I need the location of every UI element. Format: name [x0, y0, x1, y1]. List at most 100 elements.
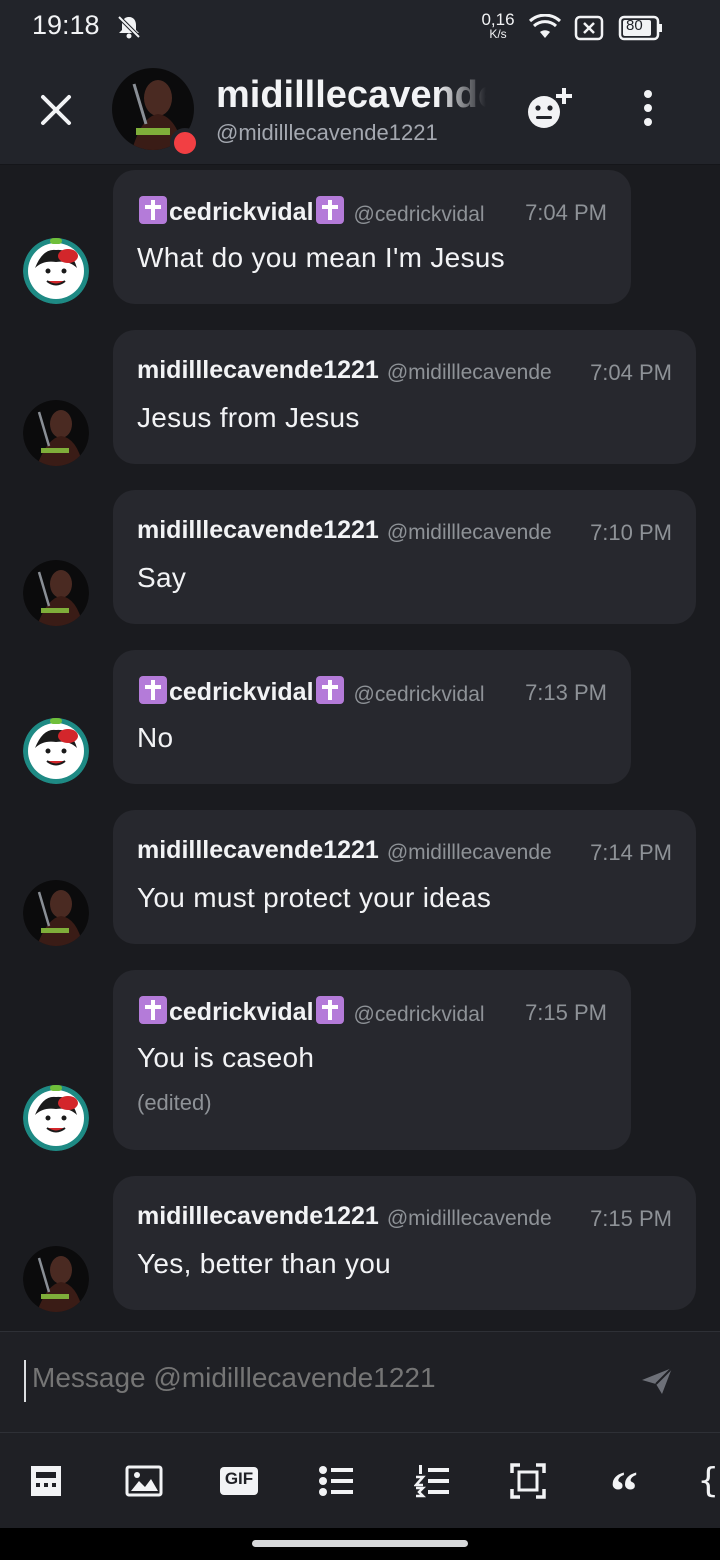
- message-handle: @midilllecavende1221: [386, 1207, 551, 1230]
- message-text: Jesus from Jesus: [137, 402, 360, 433]
- message-list[interactable]: cedrickvidal @cedrickvidal 7:04 PM What d…: [0, 165, 720, 1331]
- close-icon: [41, 95, 71, 125]
- quote-button[interactable]: “: [604, 1461, 644, 1520]
- message-time: 7:04 PM: [590, 360, 672, 385]
- message-author[interactable]: cedrickvidal: [169, 678, 314, 706]
- bulleted-list-button[interactable]: [316, 1461, 356, 1501]
- kebab-menu-icon: [644, 90, 652, 126]
- message-avatar[interactable]: [23, 1246, 89, 1312]
- image-button[interactable]: [124, 1461, 164, 1501]
- message-time: 7:15 PM: [525, 1000, 607, 1025]
- message-meta: cedrickvidal @cedrickvidal 7:13 PM: [137, 676, 607, 710]
- message-handle: @cedrickvidal: [353, 683, 485, 706]
- message-handle: @cedrickvidal: [353, 1003, 485, 1026]
- message-bubble[interactable]: cedrickvidal @cedrickvidal 7:13 PM No: [113, 650, 631, 784]
- message-meta: cedrickvidal @cedrickvidal 7:04 PM: [137, 196, 607, 230]
- more-options-button[interactable]: [636, 88, 660, 132]
- message-text: What do you mean I'm Jesus: [137, 242, 505, 273]
- message-author[interactable]: midilllecavende1221: [137, 836, 379, 864]
- message-input[interactable]: [32, 1362, 592, 1394]
- message-time: 7:13 PM: [525, 680, 607, 705]
- send-icon: [642, 1367, 673, 1394]
- net-speed-value: 0,16: [481, 10, 515, 29]
- message-bubble[interactable]: midilllecavende1221@midilllecavende1221 …: [113, 490, 696, 624]
- system-nav-bar: [0, 1528, 720, 1560]
- message-author[interactable]: midilllecavende1221: [137, 356, 379, 384]
- numbered-list-icon: [414, 1465, 449, 1498]
- message-handle: @midilllecavende1221: [386, 841, 551, 864]
- message-bubble[interactable]: cedrickvidal @cedrickvidal 7:15 PM You is…: [113, 970, 631, 1150]
- message-text: Say: [137, 562, 187, 593]
- message-text: No: [137, 722, 174, 753]
- message-avatar[interactable]: [23, 880, 89, 946]
- home-gesture-handle[interactable]: [252, 1540, 468, 1547]
- battery-level: 80: [626, 17, 643, 34]
- message-bubble[interactable]: midilllecavende1221@midilllecavende1221 …: [113, 330, 696, 464]
- add-friend-icon: [528, 88, 572, 128]
- wifi-icon: [528, 13, 562, 44]
- message-avatar[interactable]: [23, 560, 89, 626]
- gif-label: GIF: [224, 1469, 254, 1488]
- status-time: 19:18: [32, 10, 100, 40]
- battery-icon: 80: [618, 15, 664, 45]
- message-meta: midilllecavende1221@midilllecavende1221 …: [137, 516, 672, 550]
- message-meta: cedrickvidal @cedrickvidal 7:15 PM: [137, 996, 607, 1030]
- message-time: 7:04 PM: [525, 200, 607, 225]
- code-block-icon: {: [698, 1461, 719, 1501]
- text-cursor: [24, 1360, 26, 1402]
- spoiler-button[interactable]: [26, 1461, 66, 1501]
- code-block-button[interactable]: {: [698, 1461, 720, 1501]
- bulleted-list-icon: [319, 1466, 353, 1496]
- message-avatar[interactable]: [23, 1085, 89, 1151]
- message-text: You must protect your ideas: [137, 882, 492, 913]
- spoiler-icon: [31, 1466, 61, 1496]
- message-composer: [0, 1331, 720, 1432]
- no-sim-icon: [574, 15, 604, 45]
- select-region-button[interactable]: [508, 1461, 548, 1501]
- cross-badge-icon: [315, 996, 344, 1024]
- send-button[interactable]: [640, 1366, 674, 1400]
- recipient-display-name[interactable]: midilllecavende1221: [216, 74, 486, 117]
- status-indicator: [170, 128, 200, 158]
- message-avatar[interactable]: [23, 400, 89, 466]
- add-friend-button[interactable]: [524, 84, 580, 136]
- formatting-toolbar: GIF “ {: [0, 1432, 720, 1529]
- message-text: You is caseoh: [137, 1042, 315, 1073]
- message-author[interactable]: cedrickvidal: [169, 998, 314, 1026]
- message-handle: @midilllecavende1221: [386, 521, 551, 544]
- message-bubble[interactable]: midilllecavende1221@midilllecavende1221 …: [113, 810, 696, 944]
- message-avatar[interactable]: [23, 238, 89, 304]
- cross-badge-icon: [139, 196, 167, 224]
- gif-button[interactable]: GIF: [219, 1461, 259, 1501]
- recipient-handle: @midilllecavende1221: [216, 120, 438, 145]
- cross-badge-icon: [139, 676, 167, 704]
- cross-badge-icon: [139, 996, 167, 1024]
- message-meta: midilllecavende1221@midilllecavende1221 …: [137, 356, 672, 390]
- message-bubble[interactable]: midilllecavende1221@midilllecavende1221 …: [113, 1176, 696, 1310]
- cross-badge-icon: [315, 196, 344, 224]
- close-button[interactable]: [36, 90, 76, 130]
- message-bubble[interactable]: cedrickvidal @cedrickvidal 7:04 PM What d…: [113, 170, 631, 304]
- dm-header: midilllecavende1221 @midilllecavende1221: [0, 58, 720, 165]
- numbered-list-button[interactable]: [412, 1461, 452, 1501]
- image-icon: [125, 1465, 163, 1497]
- cross-badge-icon: [315, 676, 344, 704]
- edited-label: (edited): [137, 1090, 212, 1115]
- message-time: 7:10 PM: [590, 520, 672, 545]
- message-avatar[interactable]: [23, 718, 89, 784]
- message-author[interactable]: midilllecavende1221: [137, 516, 379, 544]
- message-meta: midilllecavende1221@midilllecavende1221 …: [137, 1202, 672, 1236]
- message-meta: midilllecavende1221@midilllecavende1221 …: [137, 836, 672, 870]
- select-region-icon: [510, 1463, 546, 1499]
- bell-off-icon: [116, 14, 142, 44]
- message-time: 7:15 PM: [590, 1206, 672, 1231]
- status-bar: 19:18 0,16 K/s 80: [0, 0, 720, 58]
- message-author[interactable]: midilllecavende1221: [137, 1202, 379, 1230]
- quote-icon: “: [610, 1461, 638, 1523]
- message-handle: @midilllecavende1221: [386, 361, 551, 384]
- message-author[interactable]: cedrickvidal: [169, 198, 314, 226]
- net-speed-unit: K/s: [489, 27, 507, 41]
- net-speed: 0,16 K/s: [476, 11, 520, 40]
- message-text: Yes, better than you: [137, 1248, 392, 1279]
- message-time: 7:14 PM: [590, 840, 672, 865]
